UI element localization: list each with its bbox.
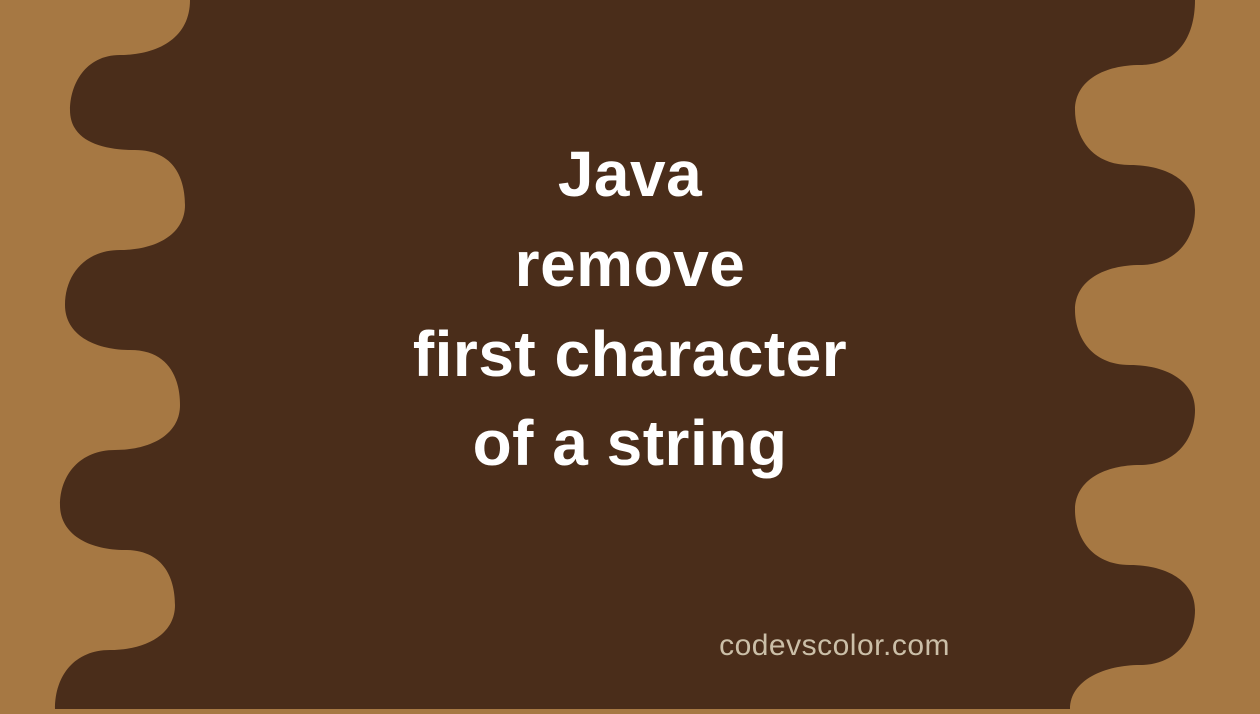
site-label: codevscolor.com xyxy=(719,629,950,663)
title-line-3: first character xyxy=(413,310,847,400)
title-container: Java remove first character of a string xyxy=(0,0,1260,709)
title-line-1: Java xyxy=(558,130,702,220)
title-line-2: remove xyxy=(515,220,746,310)
title-line-4: of a string xyxy=(473,399,788,489)
